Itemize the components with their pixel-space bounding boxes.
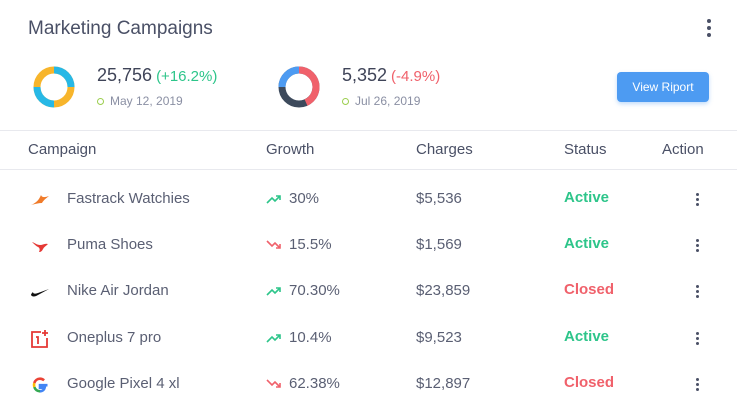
campaign-name: Google Pixel 4 xl xyxy=(67,375,180,392)
fastrack-logo-icon xyxy=(31,195,49,205)
status-badge: Active xyxy=(564,189,610,206)
growth-cell: 15.5% xyxy=(266,236,332,253)
charges-value: $5,536 xyxy=(416,190,462,207)
status-badge: Closed xyxy=(564,374,615,391)
stat-date: Jul 26, 2019 xyxy=(355,94,421,108)
charges-value: $12,897 xyxy=(416,375,471,392)
row-action-menu-icon[interactable] xyxy=(689,281,705,301)
stat-summary-2: 5,352 (-4.9%) Jul 26, 2019 xyxy=(276,64,440,110)
donut-chart-icon xyxy=(33,66,75,108)
oneplus-logo-icon xyxy=(31,330,48,348)
trend-up-icon xyxy=(266,333,281,343)
date-dot-icon xyxy=(342,97,349,105)
table-row: Oneplus 7 pro 10.4% $9,523 Active xyxy=(0,315,737,361)
growth-cell: 30% xyxy=(266,190,319,207)
growth-value: 15.5% xyxy=(289,236,332,253)
status-badge: Active xyxy=(564,235,610,252)
divider xyxy=(0,169,737,170)
trend-down-icon xyxy=(266,378,281,388)
divider xyxy=(0,130,737,131)
growth-cell: 70.30% xyxy=(266,282,340,299)
card-title: Marketing Campaigns xyxy=(28,18,213,39)
status-badge: Active xyxy=(564,328,610,345)
row-action-menu-icon[interactable] xyxy=(689,189,705,209)
charges-value: $9,523 xyxy=(416,329,462,346)
table-row: Google Pixel 4 xl 62.38% $12,897 Closed xyxy=(0,361,737,407)
donut-chart-icon xyxy=(278,66,320,108)
view-report-button[interactable]: View Riport xyxy=(617,72,709,102)
table-row: Fastrack Watchies 30% $5,536 Active xyxy=(0,176,737,222)
column-header-status: Status xyxy=(564,141,607,158)
stat-date: May 12, 2019 xyxy=(110,94,183,108)
growth-value: 10.4% xyxy=(289,329,332,346)
column-header-growth: Growth xyxy=(266,141,315,158)
status-badge: Closed xyxy=(564,281,615,298)
row-action-menu-icon[interactable] xyxy=(689,235,705,255)
card-menu-icon[interactable] xyxy=(700,18,718,38)
marketing-campaigns-card: Marketing Campaigns 25,756 (+16.2%) May 1… xyxy=(0,0,737,416)
growth-value: 62.38% xyxy=(289,375,340,392)
stat-summary-1: 25,756 (+16.2%) May 12, 2019 xyxy=(31,64,217,110)
row-action-menu-icon[interactable] xyxy=(689,374,705,394)
growth-cell: 62.38% xyxy=(266,375,340,392)
trend-up-icon xyxy=(266,286,281,296)
growth-value: 70.30% xyxy=(289,282,340,299)
campaign-name: Oneplus 7 pro xyxy=(67,329,162,346)
column-header-action: Action xyxy=(662,141,704,158)
growth-value: 30% xyxy=(289,190,320,207)
trend-up-icon xyxy=(266,194,281,204)
google-logo-icon xyxy=(32,377,48,393)
charges-value: $23,859 xyxy=(416,282,471,299)
table-row: Nike Air Jordan 70.30% $23,859 Closed xyxy=(0,268,737,314)
growth-cell: 10.4% xyxy=(266,329,332,346)
nike-logo-icon xyxy=(31,289,49,297)
charges-value: $1,569 xyxy=(416,236,462,253)
trend-down-icon xyxy=(266,239,281,249)
puma-logo-icon xyxy=(32,242,48,252)
stat-value: 25,756 xyxy=(97,65,153,85)
column-header-campaign: Campaign xyxy=(28,141,97,158)
campaign-name: Nike Air Jordan xyxy=(67,282,169,299)
campaign-name: Fastrack Watchies xyxy=(67,190,190,207)
date-dot-icon xyxy=(97,97,104,105)
stat-value: 5,352 xyxy=(342,65,388,85)
table-row: Puma Shoes 15.5% $1,569 Active xyxy=(0,222,737,268)
campaign-name: Puma Shoes xyxy=(67,236,153,253)
stat-change: (+16.2%) xyxy=(156,68,218,85)
column-header-charges: Charges xyxy=(416,141,473,158)
stat-change: (-4.9%) xyxy=(391,68,441,85)
row-action-menu-icon[interactable] xyxy=(689,328,705,348)
